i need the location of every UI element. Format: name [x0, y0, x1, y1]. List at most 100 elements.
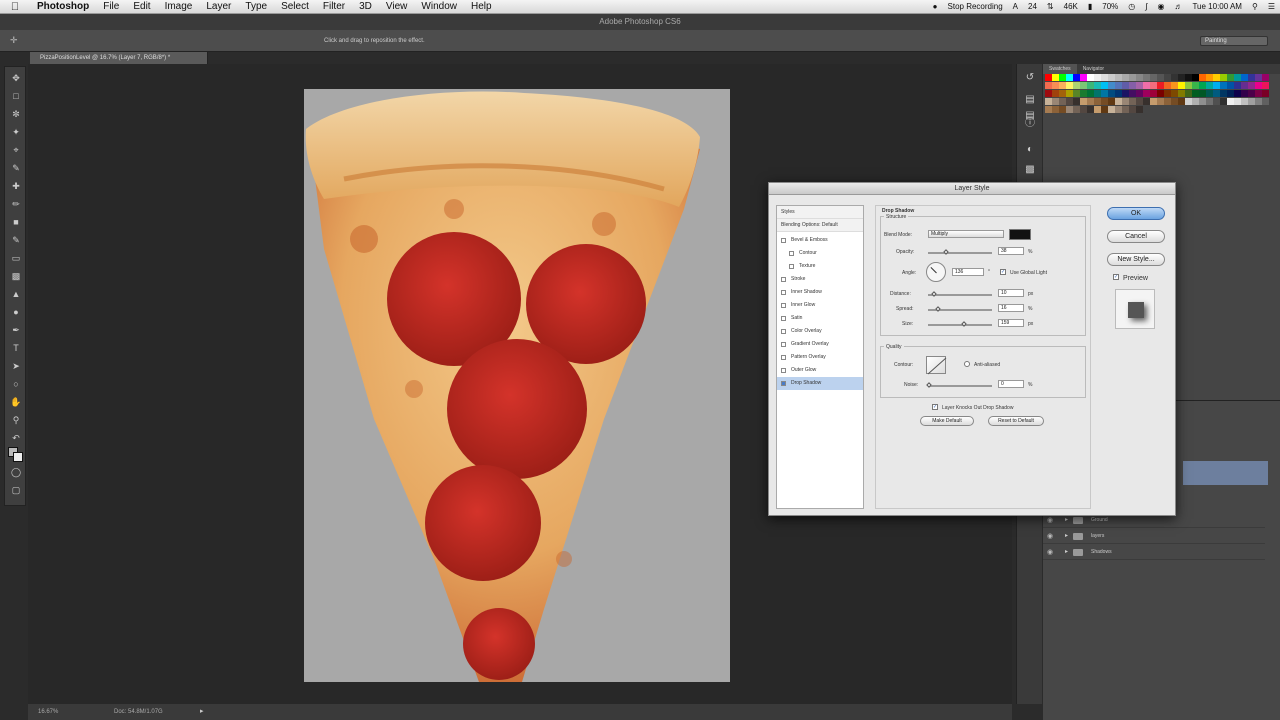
- color-swatch[interactable]: [1129, 82, 1136, 89]
- apple-icon[interactable]: : [0, 1, 30, 13]
- color-swatch[interactable]: [1045, 82, 1052, 89]
- color-swatch[interactable]: [1129, 74, 1136, 81]
- color-swatch[interactable]: [1087, 98, 1094, 105]
- style-item[interactable]: Color Overlay: [777, 325, 863, 338]
- color-swatch[interactable]: [1080, 106, 1087, 113]
- battery-icon[interactable]: ▮: [1083, 2, 1097, 11]
- color-swatch[interactable]: [1213, 90, 1220, 97]
- search-icon[interactable]: ⚲: [1247, 2, 1263, 11]
- style-item-checkbox[interactable]: [781, 342, 786, 347]
- visibility-icon[interactable]: ◉: [1047, 529, 1053, 544]
- preview-checkbox[interactable]: ✓: [1113, 274, 1119, 280]
- style-item-checkbox[interactable]: [781, 290, 786, 295]
- contour-picker[interactable]: [926, 356, 947, 375]
- style-item[interactable]: Blending Options: Default: [777, 219, 863, 232]
- type-tool-icon[interactable]: T: [10, 343, 22, 353]
- style-item[interactable]: Bevel & Emboss: [777, 234, 863, 247]
- color-swatch[interactable]: [1080, 98, 1087, 105]
- spread-input[interactable]: 16: [998, 304, 1024, 312]
- color-swatch[interactable]: [1080, 74, 1087, 81]
- color-swatch[interactable]: [1171, 98, 1178, 105]
- color-swatch[interactable]: [1220, 74, 1227, 81]
- color-swatch[interactable]: [1059, 90, 1066, 97]
- color-swatch[interactable]: [1122, 74, 1129, 81]
- menu-file[interactable]: File: [96, 1, 126, 12]
- color-swatch[interactable]: [1164, 74, 1171, 81]
- expand-icon[interactable]: ▸: [1065, 529, 1068, 544]
- menu-image[interactable]: Image: [158, 1, 200, 12]
- color-swatch[interactable]: [1108, 98, 1115, 105]
- color-swatch[interactable]: [1185, 98, 1192, 105]
- color-swatch[interactable]: [1164, 82, 1171, 89]
- shadow-color-swatch[interactable]: [1009, 229, 1031, 240]
- menu-app[interactable]: Photoshop: [30, 1, 96, 12]
- quick-mask-icon[interactable]: ◯: [10, 467, 22, 477]
- color-swatch[interactable]: [1101, 98, 1108, 105]
- style-item[interactable]: Pattern Overlay: [777, 351, 863, 364]
- eyedropper-tool-icon[interactable]: ✎: [10, 163, 22, 173]
- menu-3d[interactable]: 3D: [352, 1, 379, 12]
- color-swatch[interactable]: [1220, 82, 1227, 89]
- opacity-input[interactable]: 38: [998, 247, 1024, 255]
- color-swatch[interactable]: [1171, 82, 1178, 89]
- brush-tool-icon[interactable]: ✏: [10, 199, 22, 209]
- new-style-button[interactable]: New Style...: [1107, 253, 1165, 266]
- color-swatch[interactable]: [1192, 98, 1199, 105]
- color-swatch[interactable]: [1227, 82, 1234, 89]
- color-swatch[interactable]: [1066, 106, 1073, 113]
- screen-mode-icon[interactable]: ▢: [10, 485, 22, 495]
- eraser-tool-icon[interactable]: ▭: [10, 253, 22, 263]
- gradient-tool-icon[interactable]: ▩: [10, 271, 22, 281]
- color-swatch[interactable]: [1241, 98, 1248, 105]
- adobe-icon[interactable]: A: [1008, 2, 1023, 11]
- color-swatch[interactable]: [1157, 74, 1164, 81]
- color-swatch[interactable]: [1192, 82, 1199, 89]
- color-swatch[interactable]: [1087, 90, 1094, 97]
- layer-row[interactable]: ◉ ▸ layers: [1043, 529, 1265, 544]
- background-color-swatch[interactable]: [13, 452, 23, 462]
- color-swatch[interactable]: [1213, 98, 1220, 105]
- size-slider[interactable]: [928, 324, 992, 326]
- distance-input[interactable]: 10: [998, 289, 1024, 297]
- color-swatch[interactable]: [1150, 74, 1157, 81]
- color-swatch[interactable]: [1213, 82, 1220, 89]
- history-brush-tool-icon[interactable]: ✎: [10, 235, 22, 245]
- color-swatch[interactable]: [1101, 106, 1108, 113]
- color-swatch[interactable]: [1248, 74, 1255, 81]
- color-swatch[interactable]: [1094, 90, 1101, 97]
- color-swatch[interactable]: [1045, 74, 1052, 81]
- cancel-button[interactable]: Cancel: [1107, 230, 1165, 243]
- blur-tool-icon[interactable]: ▲: [10, 289, 22, 299]
- color-swatch[interactable]: [1206, 90, 1213, 97]
- color-swatch[interactable]: [1129, 90, 1136, 97]
- color-swatch[interactable]: [1248, 90, 1255, 97]
- color-swatch[interactable]: [1255, 82, 1262, 89]
- color-swatch[interactable]: [1052, 90, 1059, 97]
- angle-input[interactable]: 136: [952, 268, 984, 276]
- move-tool-preset-icon[interactable]: ✛: [10, 35, 32, 47]
- color-swatch[interactable]: [1234, 98, 1241, 105]
- hand-tool-icon[interactable]: ✋: [10, 397, 22, 407]
- color-swatch[interactable]: [1206, 98, 1213, 105]
- style-item-checkbox[interactable]: [781, 316, 786, 321]
- style-item-checkbox[interactable]: [781, 303, 786, 308]
- properties-panel-icon[interactable]: ▤: [1023, 94, 1037, 106]
- bluetooth-icon[interactable]: ∫: [1140, 2, 1152, 11]
- color-swatch[interactable]: [1199, 98, 1206, 105]
- color-swatch[interactable]: [1178, 74, 1185, 81]
- shape-tool-icon[interactable]: ○: [10, 379, 22, 389]
- color-swatch[interactable]: [1262, 82, 1269, 89]
- style-item[interactable]: Satin: [777, 312, 863, 325]
- color-swatch[interactable]: [1094, 106, 1101, 113]
- color-swatch[interactable]: [1066, 90, 1073, 97]
- menu-view[interactable]: View: [379, 1, 415, 12]
- tab-navigator[interactable]: Navigator: [1077, 64, 1110, 74]
- color-swatch[interactable]: [1157, 82, 1164, 89]
- color-swatch[interactable]: [1136, 74, 1143, 81]
- wifi-icon[interactable]: ◉: [1152, 2, 1169, 11]
- color-swatch[interactable]: [1157, 90, 1164, 97]
- color-swatch[interactable]: [1094, 82, 1101, 89]
- expand-icon[interactable]: ▸: [1065, 545, 1068, 560]
- style-item[interactable]: Inner Glow: [777, 299, 863, 312]
- zoom-tool-icon[interactable]: ⚲: [10, 415, 22, 425]
